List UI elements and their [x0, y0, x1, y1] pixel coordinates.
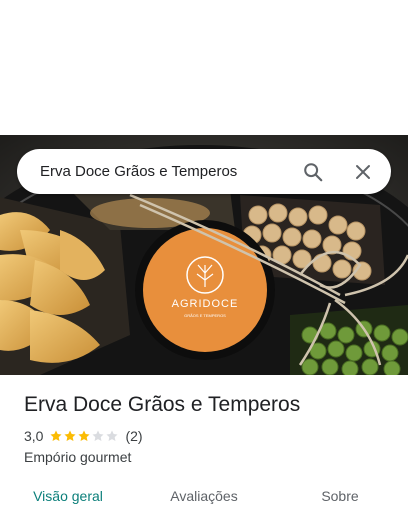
tab-about[interactable]: Sobre — [272, 478, 408, 510]
place-tabs: Visão geral Avaliações Sobre — [0, 478, 408, 510]
close-icon — [356, 164, 370, 179]
search-button[interactable] — [295, 154, 331, 190]
place-title: Erva Doce Grãos e Temperos — [24, 393, 301, 416]
place-category[interactable]: Empório gourmet — [24, 449, 131, 465]
search-bar — [17, 149, 391, 194]
star-filled-icon — [50, 430, 63, 442]
rating-row[interactable]: 3,0 (2) — [24, 428, 143, 444]
star-filled-icon — [64, 430, 77, 442]
label-brand: AGRIDOCE — [172, 298, 239, 310]
star-empty-icon — [92, 430, 105, 442]
tab-overview[interactable]: Visão geral — [0, 478, 136, 510]
star-filled-icon — [78, 430, 91, 442]
label-sub: GRÃOS E TEMPEROS — [184, 313, 226, 318]
rating-stars — [49, 429, 119, 443]
search-icon — [304, 162, 323, 181]
review-count[interactable]: (2) — [125, 428, 142, 444]
star-empty-icon — [106, 430, 119, 442]
search-input[interactable] — [17, 149, 295, 194]
clear-search-button[interactable] — [345, 154, 381, 190]
blank-map-area — [0, 0, 408, 135]
tab-reviews[interactable]: Avaliações — [136, 478, 272, 510]
rating-value: 3,0 — [24, 428, 44, 444]
